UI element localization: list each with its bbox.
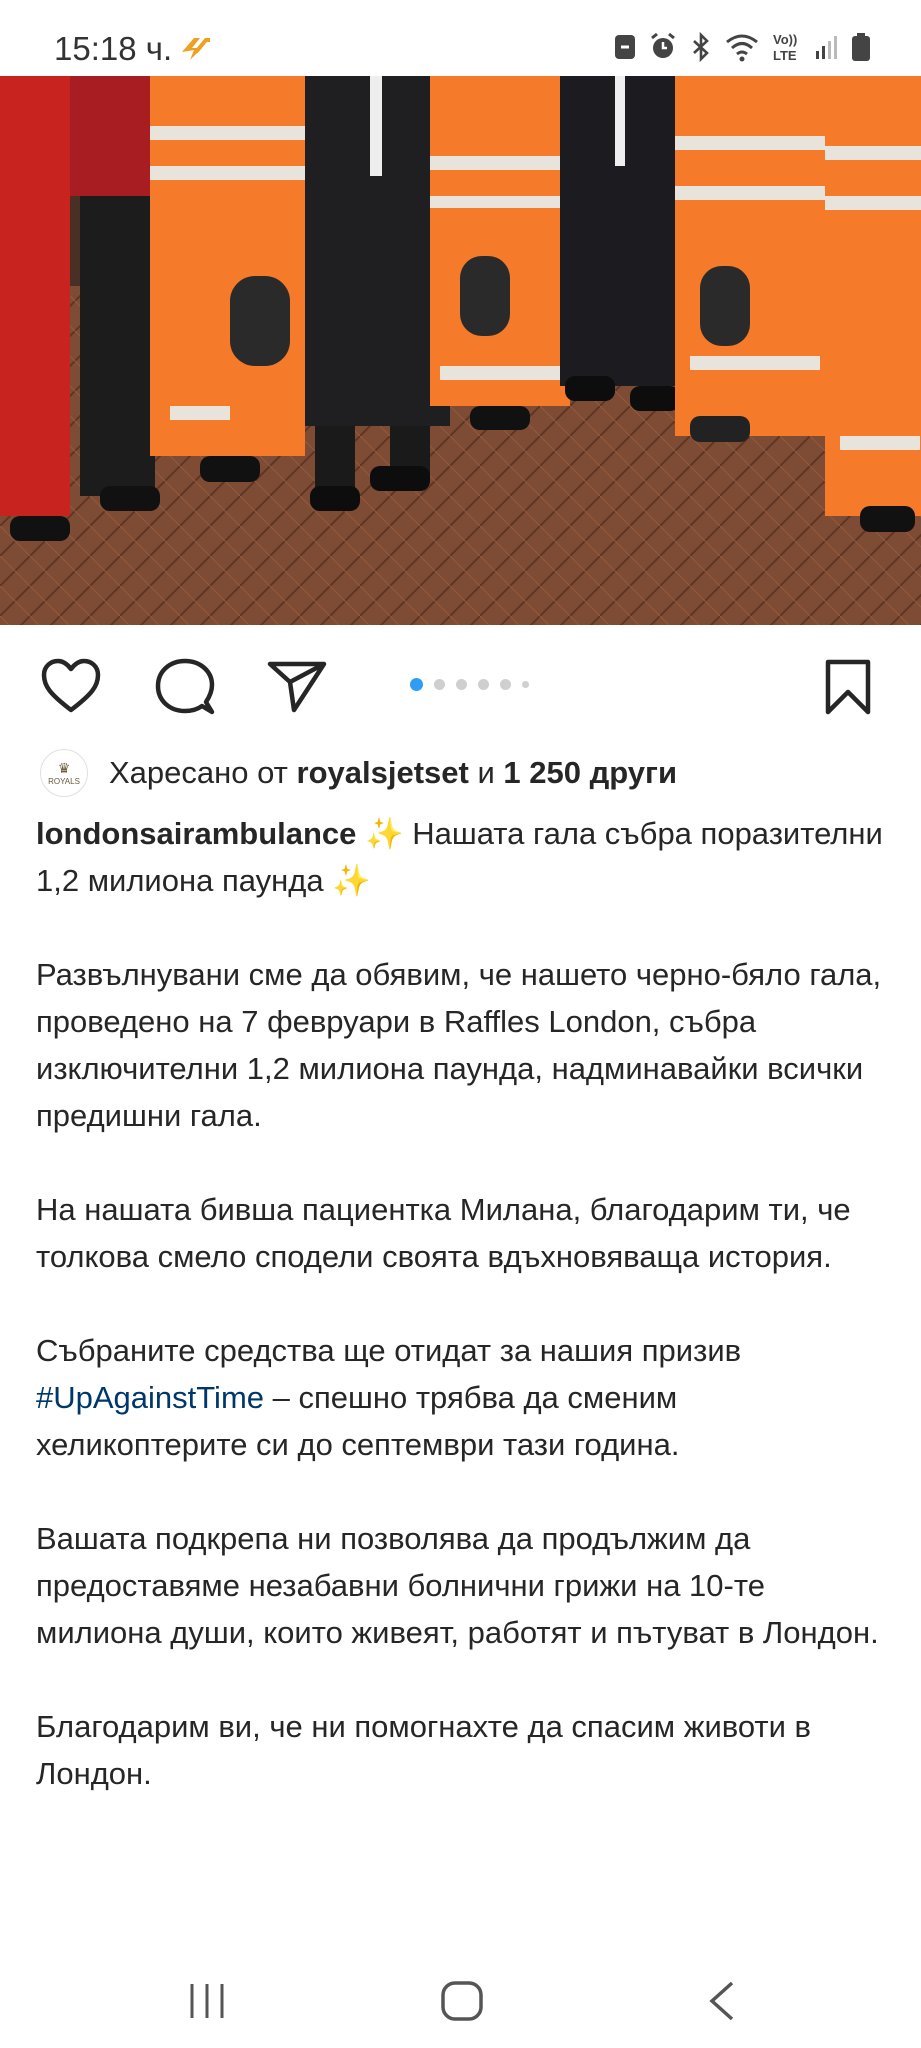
likes-prefix: Харесано от [109, 755, 288, 790]
home-icon[interactable] [440, 1980, 484, 2027]
post-photo-illustration [0, 76, 921, 625]
carousel-dot [500, 679, 511, 690]
status-time: 15:18 ч. [54, 30, 173, 67]
alarm-icon [651, 32, 675, 58]
comment-icon[interactable] [154, 658, 216, 721]
caption-title-line: londonsairambulance ✨ Нашата гала събра … [36, 810, 886, 904]
battery-icon [852, 33, 870, 61]
bookmark-icon[interactable] [822, 658, 874, 721]
caption-username[interactable]: londonsairambulance [36, 816, 356, 851]
hashtag-link[interactable]: #UpAgainstTime [36, 1380, 264, 1415]
wifi-icon [726, 34, 758, 62]
caption-paragraph: На нашата бивша пациентка Милана, благод… [36, 1192, 851, 1274]
liker-avatar-text: ROYALS [48, 777, 80, 786]
status-icons: Vo)) LTE [613, 30, 871, 64]
carousel-dot [434, 679, 445, 690]
carousel-dot [456, 679, 467, 690]
likes-user[interactable]: royalsjetset [297, 755, 469, 790]
share-icon[interactable] [266, 658, 328, 719]
system-nav-bar [0, 1940, 921, 2048]
signal-icon [816, 36, 837, 59]
liker-avatar[interactable]: ♛ ROYALS [40, 749, 88, 797]
crown-icon: ♛ [57, 760, 71, 776]
caption-paragraph: Благодарим ви, че ни помогнахте да спаси… [36, 1709, 812, 1791]
caption-paragraph: Вашата подкрепа ни позволява да продължи… [36, 1521, 879, 1650]
caption-paragraph: Развълнувани сме да обявим, че нашето че… [36, 957, 882, 1133]
recent-apps-icon[interactable] [186, 1980, 228, 2027]
svg-text:Vo)): Vo)) [773, 32, 797, 47]
post-photo[interactable] [0, 76, 921, 625]
heart-icon[interactable] [40, 658, 102, 719]
svg-text:LTE: LTE [773, 48, 797, 63]
carousel-dot [522, 681, 529, 688]
notification-bolt-icon [178, 34, 212, 67]
post-caption: londonsairambulance ✨ Нашата гала събра … [36, 810, 886, 1797]
status-bar: 15:18 ч. Vo)) LTE [0, 0, 921, 76]
caption-text: Събраните средства ще отидат за нашия пр… [36, 1333, 742, 1368]
notification-app-icon [615, 35, 635, 59]
likes-connector: и [477, 755, 495, 790]
bluetooth-icon [693, 32, 709, 62]
likes-others[interactable]: 1 250 други [503, 755, 677, 790]
carousel-indicator [410, 678, 529, 691]
carousel-dot [410, 678, 423, 691]
post-actions [0, 648, 921, 720]
volte-icon: Vo)) LTE [773, 32, 797, 63]
likes-row: ♛ ROYALS Харесано от royalsjetset и 1 25… [40, 748, 677, 798]
caption-paragraph: Събраните средства ще отидат за нашия пр… [36, 1327, 886, 1468]
likes-text[interactable]: Харесано от royalsjetset и 1 250 други [109, 755, 677, 791]
carousel-dot [478, 679, 489, 690]
back-icon[interactable] [706, 1980, 738, 2027]
